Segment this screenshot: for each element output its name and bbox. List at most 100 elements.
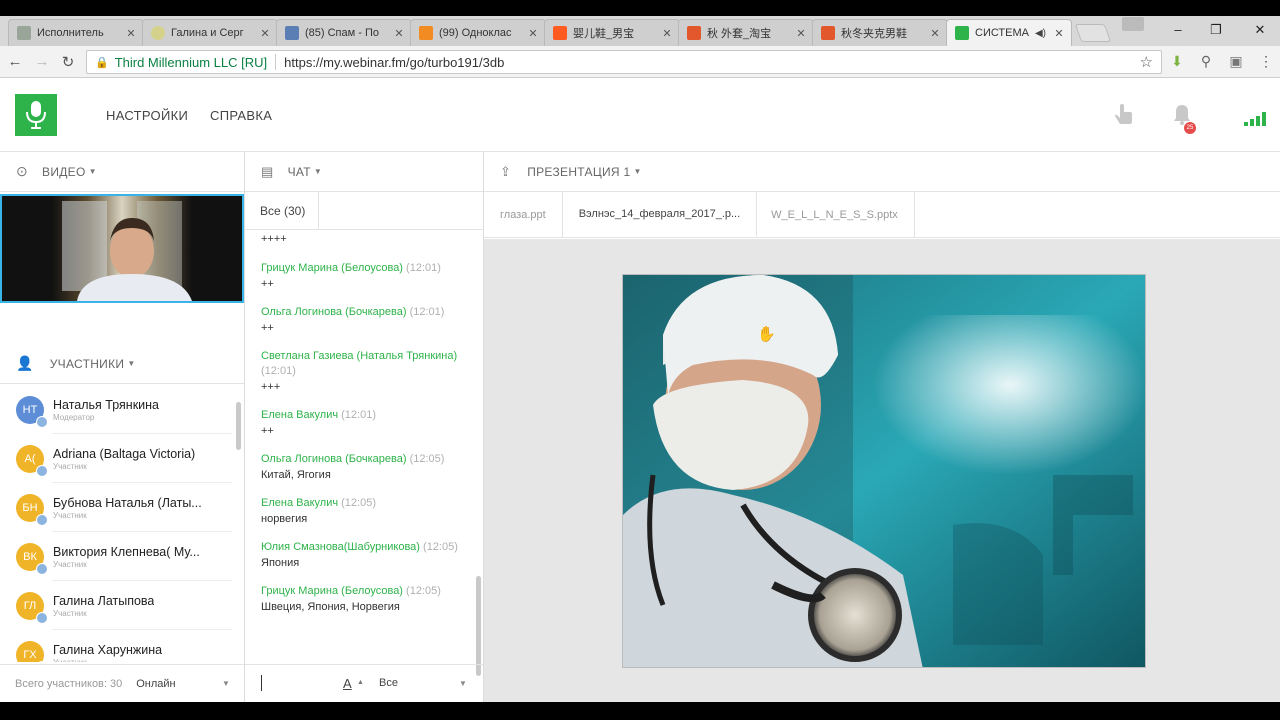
browser-tab-bar: Исполнитель ✕ Галина и Серг ✕ (85) Спам …: [0, 16, 1280, 46]
chat-author[interactable]: Юлия Смазнова(Шабурникова): [261, 541, 420, 553]
audio-playing-icon[interactable]: ◀): [1035, 28, 1046, 39]
webinar-logo-icon[interactable]: [15, 94, 57, 136]
participant-row[interactable]: ГЛ Галина Латыпова Участник: [0, 581, 244, 630]
chat-input[interactable]: [261, 675, 262, 691]
extension-download-icon[interactable]: ⬇: [1167, 53, 1187, 70]
video-record-icon: ⊙: [16, 163, 29, 179]
browser-window: Исполнитель ✕ Галина и Серг ✕ (85) Спам …: [0, 16, 1280, 702]
presentation-panel-header[interactable]: ⇪ ПРЕЗЕНТАЦИЯ 1 ▼: [484, 152, 1280, 192]
tab-favicon-icon: [419, 26, 433, 40]
nav-settings[interactable]: НАСТРОЙКИ: [106, 108, 188, 123]
participant-name: Бубнова Наталья (Латы...: [53, 495, 202, 510]
participant-role: Участник: [53, 461, 87, 471]
browser-tab-6[interactable]: 秋 外套_淘宝 ✕: [678, 19, 814, 46]
back-icon[interactable]: ←: [5, 53, 25, 70]
participants-filter-select[interactable]: Онлайн: [136, 678, 175, 690]
chevron-down-icon[interactable]: ▼: [459, 679, 467, 688]
tab-close-icon[interactable]: ✕: [795, 27, 807, 40]
browser-menu-icon[interactable]: ⋮: [1256, 53, 1276, 70]
chat-author[interactable]: Грицук Марина (Белоусова): [261, 262, 403, 274]
upload-icon[interactable]: ⇪: [500, 164, 511, 180]
browser-tab-5[interactable]: 婴儿鞋_男宝 ✕: [544, 19, 680, 46]
connection-signal-icon: [1244, 112, 1268, 131]
user-status-icon: [36, 464, 48, 477]
video-stream[interactable]: [0, 194, 244, 303]
chat-message-text: +++: [261, 381, 281, 393]
tab-file-3[interactable]: W_E_L_L_N_E_S_S.pptx: [757, 192, 915, 237]
chevron-up-icon[interactable]: ▲: [357, 679, 364, 686]
presentation-column: ⇪ ПРЕЗЕНТАЦИЯ 1 ▼ глаза.ppt Вэлнэс_14_фе…: [484, 152, 1280, 702]
chat-message: Елена Вакулич (12:05) норвегия: [261, 496, 483, 526]
chat-message: Ольга Логинова (Бочкарева) (12:01) ++: [261, 305, 483, 335]
tab-favicon-icon: [687, 26, 701, 40]
chat-time: (12:05): [406, 585, 441, 597]
forward-icon[interactable]: →: [32, 53, 52, 70]
chat-message-text: Япония: [261, 557, 300, 569]
tab-close-icon[interactable]: ✕: [393, 27, 405, 40]
browser-tab-2[interactable]: Галина и Серг ✕: [142, 19, 278, 46]
tab-file-1[interactable]: глаза.ppt: [484, 192, 563, 237]
nav-help[interactable]: СПРАВКА: [210, 108, 272, 123]
close-window-icon[interactable]: ✕: [1248, 22, 1272, 38]
tab-favicon-icon: [17, 26, 31, 40]
participant-name: Виктория Клепнева( Му...: [53, 544, 200, 559]
minimize-icon[interactable]: –: [1166, 22, 1190, 37]
chat-message: Ольга Логинова (Бочкарева) (12:05) Китай…: [261, 452, 483, 482]
participants-panel-header[interactable]: 👤 УЧАСТНИКИ ▼: [0, 344, 244, 384]
bookmark-star-icon[interactable]: ☆: [1140, 53, 1153, 71]
tab-close-icon[interactable]: ✕: [661, 27, 673, 40]
participant-row[interactable]: A( Adriana (Baltaga Victoria) Участник: [0, 434, 244, 483]
reload-icon[interactable]: ↻: [58, 53, 78, 71]
chat-author[interactable]: Светлана Газиева (Наталья Трянкина): [261, 350, 457, 362]
extension-search-icon[interactable]: ⚲: [1196, 53, 1216, 70]
tab-file-2[interactable]: Вэлнэс_14_февраля_2017_.p...: [562, 192, 758, 237]
presentation-slide[interactable]: ✋: [622, 274, 1146, 668]
chat-author[interactable]: Елена Вакулич: [261, 409, 338, 421]
secure-origin-label: Third Millennium LLC [RU]: [114, 54, 268, 70]
avatar: НТ: [16, 395, 48, 428]
chevron-down-icon: ▼: [127, 359, 136, 368]
tab-close-icon[interactable]: ✕: [1053, 27, 1065, 40]
restore-icon[interactable]: ❐: [1204, 22, 1228, 38]
participant-row[interactable]: ВК Виктория Клепнева( Му... Участник: [0, 532, 244, 581]
profile-icon[interactable]: [1122, 17, 1144, 31]
participant-row[interactable]: ГХ Галина Харунжина Участник: [0, 630, 244, 662]
participant-row[interactable]: НТ Наталья Трянкина Модератор: [0, 385, 244, 434]
chat-author[interactable]: Грицук Марина (Белоусова): [261, 585, 403, 597]
new-tab-button[interactable]: [1074, 24, 1112, 42]
chat-author[interactable]: Елена Вакулич: [261, 497, 338, 509]
chat-message: Елена Вакулич (12:01) ++: [261, 408, 483, 438]
tab-close-icon[interactable]: ✕: [527, 27, 539, 40]
browser-tab-7[interactable]: 秋冬夹克男鞋 ✕: [812, 19, 948, 46]
participants-list: НТ Наталья Трянкина Модератор A( Adriana …: [0, 385, 244, 662]
url-field[interactable]: 🔒 Third Millennium LLC [RU] https://my.w…: [86, 50, 1162, 74]
chat-author[interactable]: Ольга Логинова (Бочкарева): [261, 306, 407, 318]
browser-tab-active[interactable]: СИСТЕМА ◀) ✕: [946, 19, 1072, 46]
video-panel-header[interactable]: ⊙ ВИДЕО ▼: [0, 152, 244, 192]
participants-scrollbar[interactable]: [236, 402, 241, 450]
chevron-down-icon[interactable]: ▼: [222, 679, 230, 688]
chat-scrollbar[interactable]: [476, 576, 481, 676]
chat-time: (12:05): [409, 453, 445, 465]
tab-close-icon[interactable]: ✕: [125, 27, 137, 40]
chat-author[interactable]: Ольга Логинова (Бочкарева): [261, 453, 407, 465]
raise-hand-icon[interactable]: [1113, 104, 1135, 133]
extension-square-icon[interactable]: ▣: [1226, 53, 1246, 70]
chat-panel-header[interactable]: ▤ ЧАТ ▼: [245, 152, 483, 192]
browser-tab-3[interactable]: (85) Спам - По ✕: [276, 19, 412, 46]
avatar: ГЛ: [16, 591, 48, 624]
chat-time: (12:01): [261, 365, 296, 377]
chat-recipient-select[interactable]: Все: [379, 677, 398, 689]
app-header: НАСТРОЙКИ СПРАВКА 25: [0, 78, 1280, 152]
tab-chat-all[interactable]: Все (30): [245, 192, 319, 229]
notification-badge: 25: [1184, 122, 1196, 134]
participant-name: Наталья Трянкина: [53, 397, 160, 412]
participant-row[interactable]: БН Бубнова Наталья (Латы... Участник: [0, 483, 244, 532]
font-style-icon[interactable]: A: [343, 676, 352, 691]
tab-close-icon[interactable]: ✕: [259, 27, 271, 40]
chat-message-text: ++++: [261, 233, 287, 245]
tab-close-icon[interactable]: ✕: [929, 27, 941, 40]
browser-tab-4[interactable]: (99) Одноклас ✕: [410, 19, 546, 46]
participant-name: Adriana (Baltaga Victoria): [53, 446, 196, 461]
browser-tab-1[interactable]: Исполнитель ✕: [8, 19, 144, 46]
